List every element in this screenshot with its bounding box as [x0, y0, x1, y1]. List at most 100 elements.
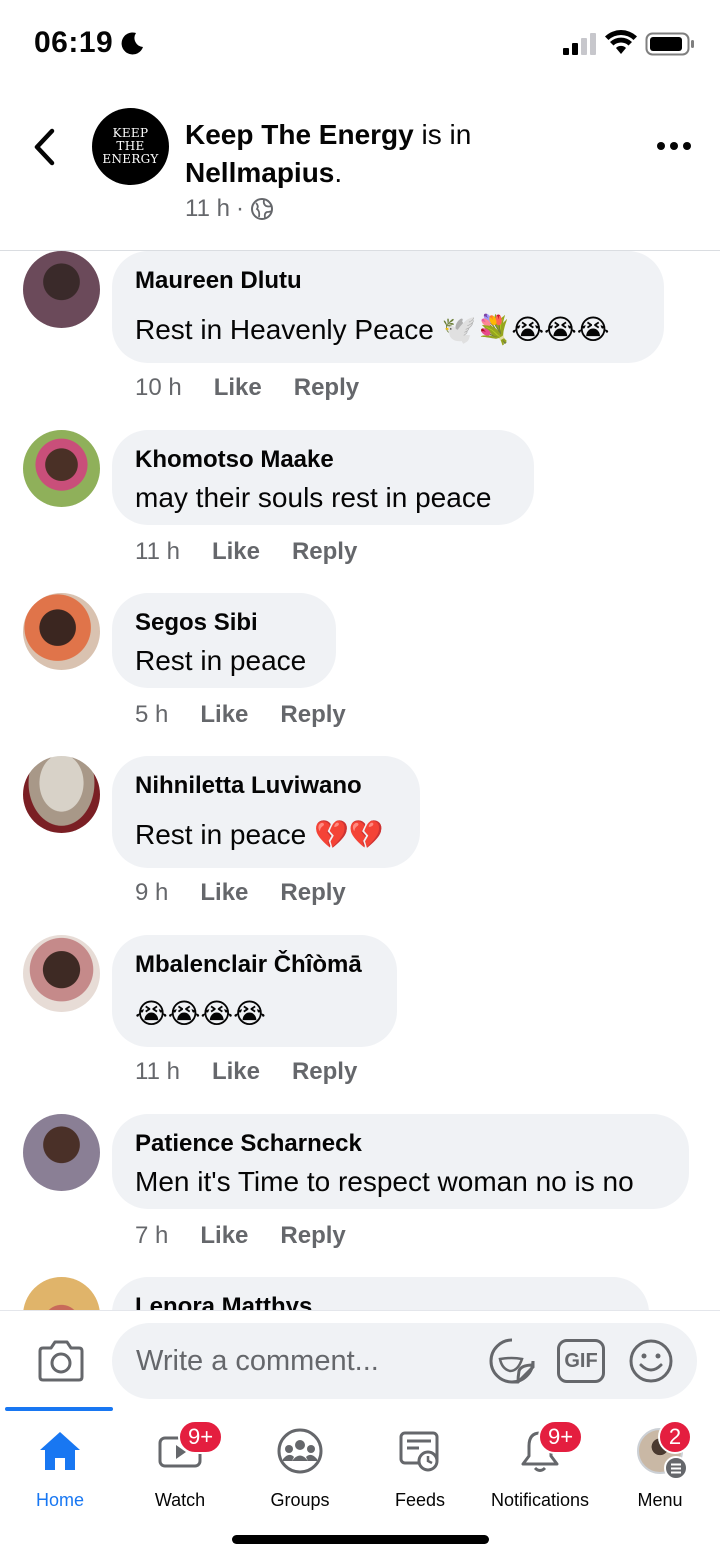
- comment-bubble: Segos Sibi Rest in peace: [112, 593, 336, 688]
- more-options-icon[interactable]: [656, 138, 692, 154]
- battery-icon: [645, 32, 694, 56]
- like-button[interactable]: Like: [212, 538, 260, 566]
- nav-watch[interactable]: 9+ Watch: [120, 1410, 240, 1522]
- comment-text: 😭😭😭😭: [135, 997, 266, 1030]
- comment-text: Men it's Time to respect woman no is no: [135, 1166, 634, 1197]
- comment-actions: 7 h Like Reply: [135, 1222, 346, 1250]
- comment-time: 5 h: [135, 701, 169, 728]
- home-indicator[interactable]: [232, 1535, 489, 1544]
- gif-label: GIF: [564, 1349, 598, 1372]
- like-button[interactable]: Like: [200, 1222, 248, 1250]
- reply-button[interactable]: Reply: [292, 1058, 357, 1086]
- post-meta: 11 h ·: [185, 195, 274, 223]
- comment-time: 10 h: [135, 374, 182, 401]
- comment-actions: 5 h Like Reply: [135, 701, 346, 729]
- comment-time: 11 h: [135, 1058, 180, 1085]
- nav-label: Menu: [637, 1490, 683, 1510]
- comments-list: Maureen Dlutu Rest in Heavenly Peace 🕊️💐…: [0, 251, 720, 1310]
- like-button[interactable]: Like: [212, 1058, 260, 1086]
- comment-input[interactable]: [112, 1323, 697, 1399]
- commenter-avatar[interactable]: [23, 756, 100, 833]
- active-tab-indicator: [5, 1407, 113, 1411]
- comment-actions: 11 h Like Reply: [135, 538, 357, 566]
- comment-bubble: Patience Scharneck Men it's Time to resp…: [112, 1114, 689, 1209]
- page-name-link[interactable]: Keep The Energy: [185, 119, 414, 150]
- comment-body: Rest in Heavenly Peace: [135, 314, 434, 345]
- gif-button[interactable]: GIF: [557, 1339, 605, 1383]
- menu-lines-icon: [664, 1456, 688, 1480]
- commenter-avatar[interactable]: [23, 251, 100, 328]
- comment-composer: GIF: [0, 1310, 720, 1410]
- comment-time: 9 h: [135, 879, 169, 906]
- nav-groups[interactable]: Groups: [240, 1410, 360, 1522]
- globe-icon: [250, 198, 273, 220]
- comment-actions: 11 h Like Reply: [135, 1058, 357, 1086]
- page-avatar[interactable]: KEEP THE ENERGY: [92, 108, 169, 185]
- is-in-text: is in: [413, 119, 472, 150]
- feeds-icon: [399, 1431, 439, 1472]
- cellular-signal-icon: [563, 33, 596, 55]
- nav-notifications[interactable]: 9+ Notifications: [480, 1410, 600, 1522]
- reply-button[interactable]: Reply: [280, 701, 345, 729]
- like-button[interactable]: Like: [214, 374, 262, 402]
- nav-home[interactable]: Home: [0, 1407, 120, 1522]
- comment-text: Rest in peace 💔💔: [135, 818, 384, 851]
- wifi-icon: [605, 30, 637, 54]
- reply-button[interactable]: Reply: [280, 1222, 345, 1250]
- commenter-avatar[interactable]: [23, 1277, 100, 1310]
- nav-label: Notifications: [490, 1490, 590, 1510]
- like-button[interactable]: Like: [200, 879, 248, 907]
- menu-badge: 2: [658, 1420, 692, 1454]
- comment-bubble: Khomotso Maake may their souls rest in p…: [112, 430, 534, 525]
- post-title: Keep The Energy is in Nellmapius.: [185, 116, 605, 192]
- notifications-badge: 9+: [538, 1420, 584, 1454]
- watch-badge: 9+: [178, 1420, 224, 1454]
- location-link[interactable]: Nellmapius: [185, 157, 334, 188]
- commenter-avatar[interactable]: [23, 593, 100, 670]
- comment-time: 11 h: [135, 538, 180, 565]
- reply-button[interactable]: Reply: [294, 374, 359, 402]
- nav-label: Feeds: [394, 1490, 446, 1510]
- nav-feeds[interactable]: Feeds: [360, 1410, 480, 1522]
- comment-author[interactable]: Nihniletta Luviwano: [135, 772, 362, 800]
- moon-icon: [121, 32, 143, 55]
- commenter-avatar[interactable]: [23, 935, 100, 1012]
- post-header: KEEP THE ENERGY Keep The Energy is in Ne…: [0, 90, 720, 251]
- comment-text: Rest in Heavenly Peace 🕊️💐😭😭😭: [135, 313, 610, 346]
- status-time: 06:19: [34, 26, 114, 59]
- title-period: .: [334, 157, 343, 188]
- commenter-avatar[interactable]: [23, 1114, 100, 1191]
- back-arrow-icon[interactable]: [28, 126, 62, 168]
- status-bar: 06:19: [0, 0, 720, 90]
- reply-button[interactable]: Reply: [292, 538, 357, 566]
- nav-label: Watch: [154, 1490, 206, 1510]
- nav-label: Groups: [270, 1490, 330, 1510]
- commenter-avatar[interactable]: [23, 430, 100, 507]
- comment-bubble: Maureen Dlutu Rest in Heavenly Peace 🕊️💐…: [112, 251, 664, 363]
- comment-emoji: 🕊️💐😭😭😭: [441, 313, 610, 346]
- reply-button[interactable]: Reply: [280, 879, 345, 907]
- comment-actions: 9 h Like Reply: [135, 879, 346, 907]
- home-icon: [40, 1432, 80, 1470]
- comment-actions: 10 h Like Reply: [135, 374, 359, 402]
- page-logo-line-3: ENERGY: [102, 152, 159, 166]
- comment-author[interactable]: Patience Scharneck: [135, 1130, 362, 1158]
- comment-time: 7 h: [135, 1222, 169, 1249]
- comment-author[interactable]: Segos Sibi: [135, 609, 258, 637]
- emoji-icon[interactable]: [628, 1338, 674, 1384]
- camera-icon[interactable]: [36, 1339, 86, 1383]
- like-button[interactable]: Like: [200, 701, 248, 729]
- comment-author[interactable]: Maureen Dlutu: [135, 267, 302, 295]
- post-time: 11 h: [185, 195, 230, 222]
- comment-bubble: Lenora Matthys: [112, 1277, 649, 1310]
- comment-author[interactable]: Mbalenclair Čhîòmā: [135, 951, 362, 979]
- sticker-icon[interactable]: [488, 1337, 536, 1385]
- comment-bubble: Nihniletta Luviwano Rest in peace 💔💔: [112, 756, 420, 868]
- comment-author[interactable]: Lenora Matthys: [135, 1293, 312, 1310]
- comment-author[interactable]: Khomotso Maake: [135, 446, 334, 474]
- meta-dot: ·: [235, 195, 244, 222]
- comment-bubble: Mbalenclair Čhîòmā 😭😭😭😭: [112, 935, 397, 1047]
- comment-emoji: 😭😭😭😭: [135, 997, 266, 1030]
- nav-menu[interactable]: 2 Menu: [600, 1410, 720, 1522]
- groups-icon: [277, 1428, 323, 1474]
